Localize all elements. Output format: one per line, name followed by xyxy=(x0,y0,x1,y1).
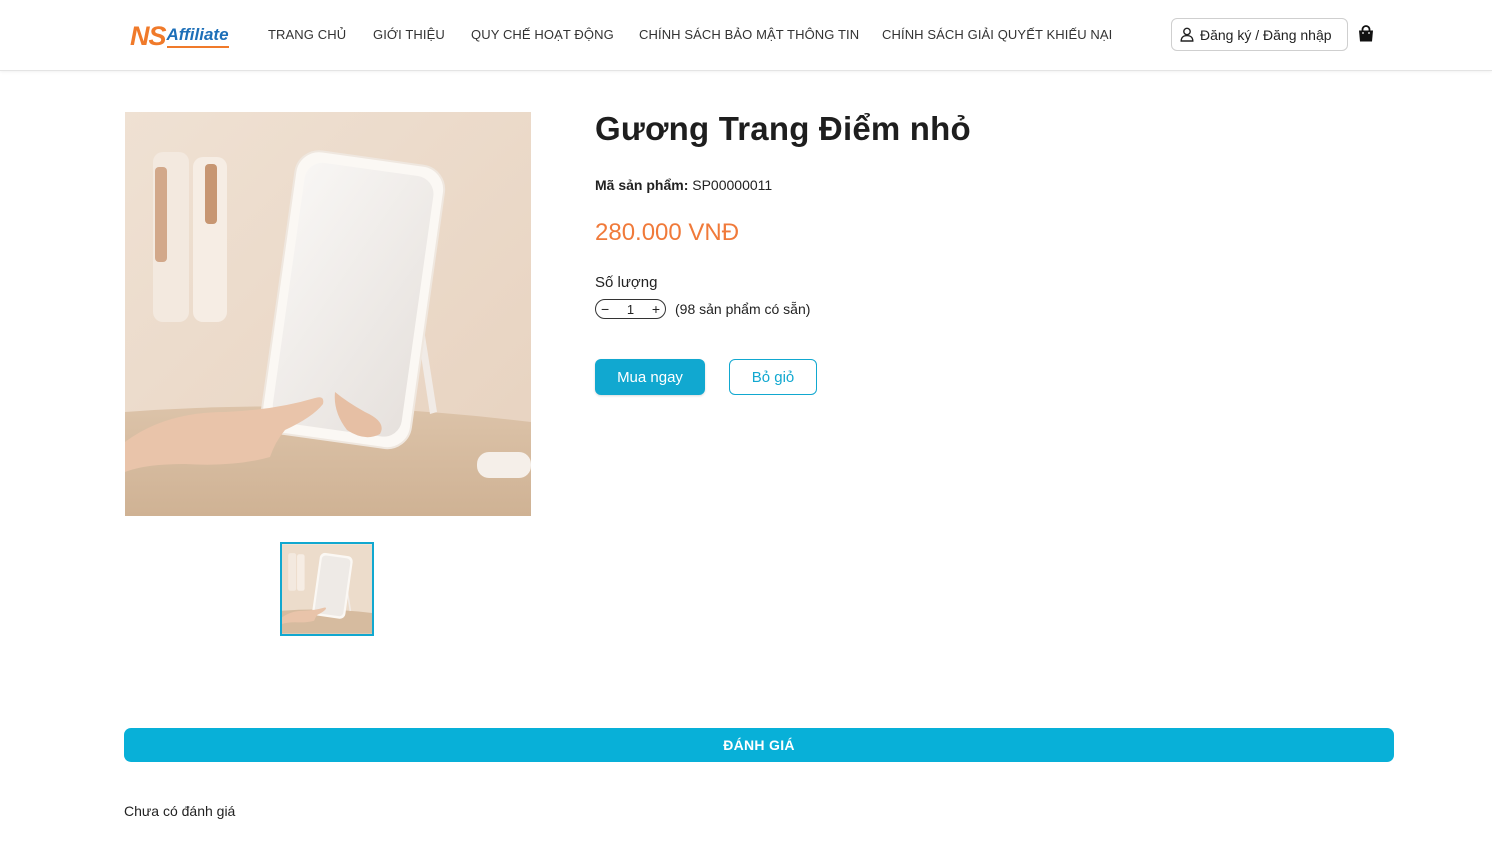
product-thumbnail[interactable] xyxy=(280,542,374,636)
sku-value: SP00000011 xyxy=(692,177,773,193)
product-title: Gương Trang Điểm nhỏ xyxy=(595,110,971,147)
sku-label: Mã sản phẩm: xyxy=(595,177,689,193)
add-to-cart-button[interactable]: Bỏ giỏ xyxy=(729,359,817,395)
no-reviews-text: Chưa có đánh giá xyxy=(124,803,236,819)
quantity-label: Số lượng xyxy=(595,274,658,291)
quantity-stepper: − 1 + xyxy=(595,299,666,319)
nav-item-operating-rules[interactable]: QUY CHẾ HOẠT ĐỘNG xyxy=(471,27,614,42)
nav-item-about[interactable]: GIỚI THIỆU xyxy=(373,27,445,42)
quantity-input[interactable]: 1 xyxy=(620,302,642,317)
nav-item-complaint-policy[interactable]: CHÍNH SÁCH GIẢI QUYẾT KHIẾU NẠI xyxy=(882,27,1112,42)
login-register-button[interactable]: Đăng ký / Đăng nhập xyxy=(1171,18,1348,51)
login-register-label: Đăng ký / Đăng nhập xyxy=(1200,26,1332,43)
product-main-image[interactable] xyxy=(125,112,531,516)
quantity-increase-button[interactable]: + xyxy=(652,302,660,316)
mirror-thumbnail-photo xyxy=(282,544,372,634)
reviews-tab[interactable]: ĐÁNH GIÁ xyxy=(124,728,1394,762)
nav-item-privacy-policy[interactable]: CHÍNH SÁCH BẢO MẬT THÔNG TIN xyxy=(639,27,859,42)
quantity-decrease-button[interactable]: − xyxy=(601,302,609,316)
mirror-photo xyxy=(125,112,531,516)
nav-item-home[interactable]: TRANG CHỦ xyxy=(268,27,346,42)
site-header: NS Affiliate TRANG CHỦ GIỚI THIỆU QUY CH… xyxy=(0,0,1492,71)
user-icon xyxy=(1180,27,1194,42)
shopping-bag-icon[interactable] xyxy=(1356,24,1376,44)
buy-now-button[interactable]: Mua ngay xyxy=(595,359,705,395)
site-logo[interactable]: NS Affiliate xyxy=(130,20,229,50)
logo-ns-text: NS xyxy=(130,21,167,51)
product-sku: Mã sản phẩm: SP00000011 xyxy=(595,177,772,193)
stock-availability: (98 sản phẩm có sẵn) xyxy=(675,301,811,317)
product-price: 280.000 VNĐ xyxy=(595,219,740,246)
logo-affiliate-text: Affiliate xyxy=(166,25,229,48)
